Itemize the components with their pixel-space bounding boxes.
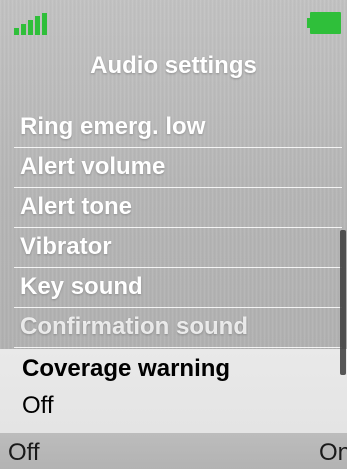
menu-item-ring-emerg-low[interactable]: Ring emerg. low: [14, 108, 342, 148]
menu-item-vibrator[interactable]: Vibrator: [14, 228, 342, 268]
menu-item-alert-volume[interactable]: Alert volume: [14, 148, 342, 188]
menu-list: Ring emerg. low Alert volume Alert tone …: [0, 108, 347, 348]
signal-bars-icon: [14, 13, 50, 35]
battery-icon: [307, 12, 341, 34]
menu-item-confirmation-sound[interactable]: Confirmation sound: [14, 308, 342, 348]
menu-item-label: Vibrator: [20, 233, 112, 260]
scrollbar[interactable]: [340, 230, 346, 375]
softkey-right[interactable]: On: [319, 439, 347, 467]
menu-item-label: Confirmation sound: [20, 313, 248, 340]
softkey-left[interactable]: Off: [8, 439, 40, 467]
menu-item-label: Alert tone: [20, 193, 133, 220]
phone-screen: Audio settings Ring emerg. low Alert vol…: [0, 0, 347, 469]
menu-item-key-sound[interactable]: Key sound: [14, 268, 342, 308]
selected-item-label: Coverage warning: [22, 355, 231, 382]
menu-item-label: Ring emerg. low: [20, 113, 206, 140]
page-title: Audio settings: [90, 52, 257, 79]
menu-item-alert-tone[interactable]: Alert tone: [14, 188, 342, 228]
softkey-bar: Off On: [0, 433, 347, 469]
status-bar: [0, 0, 347, 40]
menu-item-label: Key sound: [20, 273, 143, 300]
menu-item-label: Alert volume: [20, 153, 166, 180]
selected-item-value: Off: [22, 392, 54, 419]
menu-item-coverage-warning-selected[interactable]: Coverage warning Off: [0, 349, 347, 433]
